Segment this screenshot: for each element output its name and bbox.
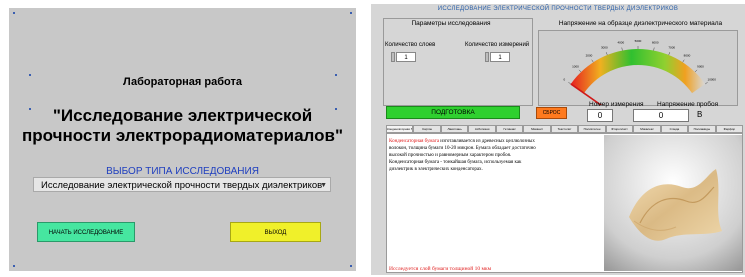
paper-sample-image [604,135,742,271]
gauge-tick-label: 2000 [586,54,593,58]
corner-dot [350,265,352,267]
gauge-tick [568,82,571,85]
measure-no-label: Номер измерения [589,101,644,108]
material-name-highlight: Конденсаторная бумага [389,139,440,144]
tab-material[interactable]: Полиэтилен [578,125,606,133]
tab-material[interactable]: Фторопласт [605,125,634,133]
tab-material[interactable]: Слюда [660,125,689,133]
gauge-tick-label: 5000 [635,39,642,43]
gauge-tick [682,59,685,63]
layers-label: Количество слоев [385,42,436,48]
lab-work-title: Лабораторная работа [123,76,242,88]
tab-material[interactable]: Лакоткань [440,125,469,133]
tab-material[interactable]: Конденсаторная бумага [386,125,414,133]
voltage-gauge-panel: 0 1000 2000 3000 4000 5000 6000 7000 8000 9000 100… [538,30,738,112]
gauge-tick-label: 7000 [668,46,675,50]
material-description-text2: Конденсаторная бумага - тонкайшая бумага… [389,160,522,172]
measurements-input[interactable]: 1 [490,52,510,62]
chevron-down-icon: ▼ [320,182,327,189]
gauge-tick-label: 4000 [617,41,624,45]
material-description: Конденсаторная бумага изготавливается из… [389,138,545,173]
tab-material[interactable]: Гетинакс [495,125,524,133]
study-type-label: ВЫБОР ТИПА ИССЛЕДОВАНИЯ [106,166,259,177]
gauge-tick [653,47,655,51]
gauge-tick-label: 3000 [601,46,608,50]
tab-material[interactable]: Картон [413,125,441,133]
gauge-tick [705,82,708,85]
gauge-tick-label: 1000 [572,64,579,68]
corner-dot [350,12,352,14]
voltage-gauge: 0 1000 2000 3000 4000 5000 6000 7000 8000 9000 100… [563,39,717,112]
params-label: Параметры исследования [411,20,491,27]
sample-thickness-note: Исследуется слой бумаги толщиной 10 мкм [389,266,492,272]
measurements-spinner[interactable] [485,52,489,62]
study-type-value: Исследование электрической прочности тве… [41,180,323,191]
gauge-tick [591,59,594,63]
study-type-select[interactable]: Исследование электрической прочности тве… [33,177,331,192]
tab-material[interactable]: Текстолит [550,125,579,133]
tab-material[interactable]: Асботкани [468,125,496,133]
gauge-tick-label: 6000 [652,41,659,45]
breakdown-unit: В [697,110,703,119]
start-window: Лабораторная работа "Исследование электр… [9,8,356,271]
material-tabs: Конденсаторная бумага Картон Лакоткань А… [386,125,744,133]
work-title-line2: прочности электрорадиоматериалов" [21,126,344,145]
layers-input[interactable]: 1 [396,52,416,62]
corner-dot [13,12,15,14]
measure-no-display: 0 [587,109,613,122]
layers-spinner[interactable] [391,52,395,62]
gauge-tick [694,69,698,73]
corner-dot [13,265,15,267]
work-title-line1: "Исследование электрической [52,106,313,125]
gauge-tick-label: 8000 [684,54,691,58]
voltage-label: Напряжение на образце диэлектрического м… [558,20,723,27]
breakdown-label: Напряжение пробоя [657,101,719,108]
start-study-button[interactable]: НАЧАТЬ ИССЛЕДОВАНИЕ [37,222,135,242]
tab-material[interactable]: Полиамиды [688,125,716,133]
gauge-tick-label: 0 [563,77,565,81]
breakdown-display: 0 [633,109,689,122]
prepare-button[interactable]: ПОДГОТОВКА [386,106,520,119]
gauge-tick [621,47,623,51]
measurements-label: Количество измерений [465,42,530,48]
tab-material[interactable]: Микалекс [633,125,661,133]
gauge-tick-label: 10000 [708,77,717,81]
study-window-title: ИССЛЕДОВАНИЕ ЭЛЕКТРИЧЕСКОЙ ПРОЧНОСТИ ТВЕ… [437,6,679,12]
gauge-tick [578,69,582,73]
gauge-tick [605,52,608,56]
gauge-tick-label: 9000 [697,64,704,68]
exit-button[interactable]: ВЫХОД [230,222,321,242]
tab-material[interactable]: Миканит [523,125,551,133]
tab-material[interactable]: Фарфор [715,125,744,133]
reset-button[interactable]: СБРОС [536,107,567,119]
study-window: ИССЛЕДОВАНИЕ ЭЛЕКТРИЧЕСКОЙ ПРОЧНОСТИ ТВЕ… [371,4,745,275]
gauge-tick [668,52,671,56]
